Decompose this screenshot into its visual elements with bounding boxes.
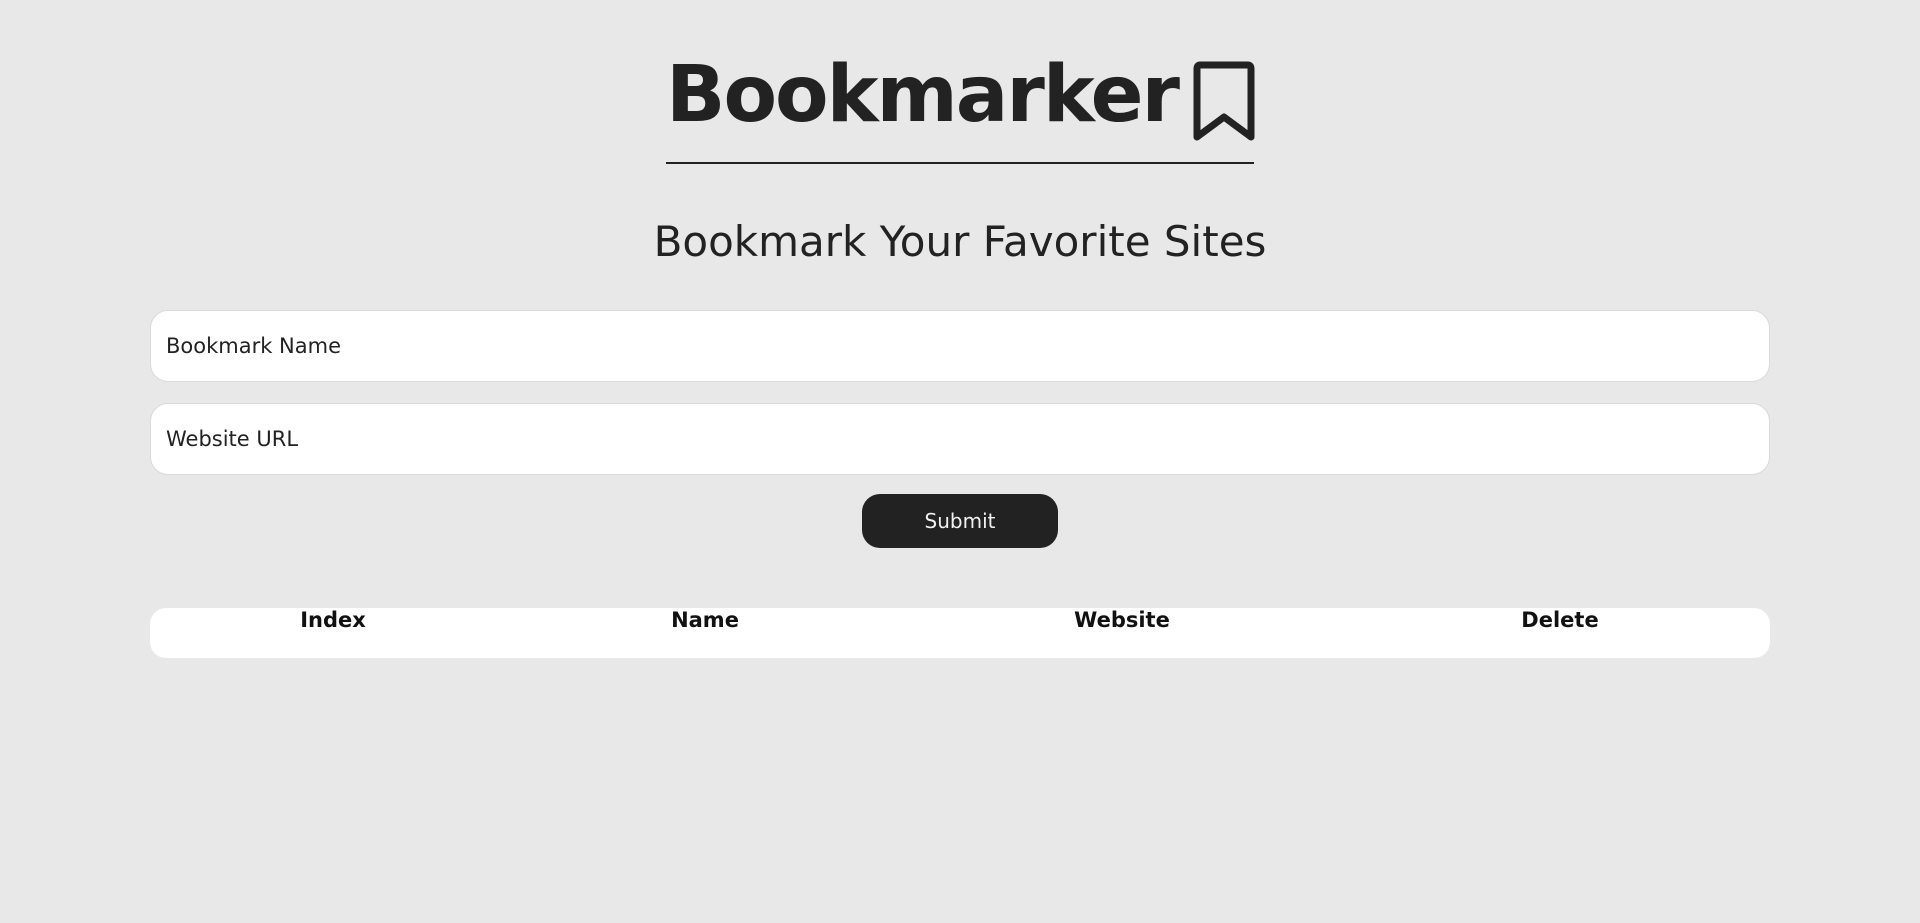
table-header-row: Index Name Website Delete (150, 608, 1770, 632)
column-header-name: Name (671, 608, 739, 632)
column-header-website: Website (1074, 608, 1170, 632)
app-header: Bookmarker (666, 50, 1255, 164)
submit-button[interactable]: Submit (862, 494, 1058, 548)
page-heading: Bookmark Your Favorite Sites (653, 217, 1267, 266)
bookmarks-table-body (150, 632, 1770, 658)
app-title: Bookmarker (666, 50, 1180, 140)
website-url-input[interactable] (150, 403, 1770, 475)
bookmark-icon (1193, 61, 1255, 141)
bookmark-name-input[interactable] (150, 310, 1770, 382)
bookmarks-table: Index Name Website Delete (150, 608, 1770, 658)
column-header-index: Index (300, 608, 366, 632)
column-header-delete: Delete (1521, 608, 1599, 632)
